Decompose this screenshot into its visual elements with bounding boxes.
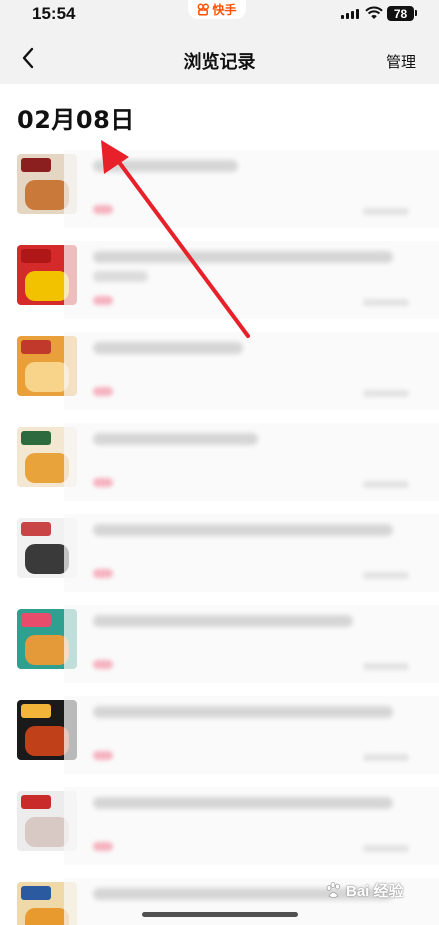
history-item[interactable] xyxy=(0,514,439,602)
history-item[interactable] xyxy=(0,787,439,875)
app-badge[interactable]: 快手 xyxy=(188,0,246,19)
signal-icon xyxy=(341,9,359,19)
product-title-line2-blurred xyxy=(93,271,148,282)
manage-button[interactable]: 管理 xyxy=(386,51,416,72)
paw-logo-icon xyxy=(326,881,340,898)
app-badge-label: 快手 xyxy=(212,3,237,17)
product-title-blurred xyxy=(93,615,353,627)
nav-bar: 浏览记录 管理 xyxy=(0,30,439,84)
history-item[interactable] xyxy=(0,696,439,784)
product-title-blurred xyxy=(93,706,393,718)
product-price-blurred xyxy=(93,751,113,760)
product-title-blurred xyxy=(93,433,258,445)
product-price-blurred xyxy=(93,842,113,851)
baidu-jingyan-watermark: Bai 经验 xyxy=(324,880,404,901)
product-title-blurred xyxy=(93,160,238,172)
history-item[interactable] xyxy=(0,332,439,420)
product-title-blurred xyxy=(93,797,393,809)
battery-level: 78 xyxy=(393,6,408,21)
product-meta-blurred xyxy=(363,481,409,488)
product-title-blurred xyxy=(93,342,243,354)
product-meta-blurred xyxy=(363,299,409,306)
battery-tip xyxy=(415,10,417,16)
product-meta-blurred xyxy=(363,572,409,579)
history-item[interactable] xyxy=(0,150,439,238)
product-title-blurred xyxy=(93,524,393,536)
product-price-blurred xyxy=(93,569,113,578)
page-title: 浏览记录 xyxy=(183,52,256,73)
kuaishou-logo-icon xyxy=(198,3,210,16)
product-price-blurred xyxy=(93,478,113,487)
history-item[interactable] xyxy=(0,241,439,329)
product-price-blurred xyxy=(93,296,113,305)
product-meta-blurred xyxy=(363,754,409,761)
product-price-blurred xyxy=(93,387,113,396)
status-bar: 15:54 快手 78 xyxy=(0,0,439,30)
status-time: 15:54 xyxy=(32,4,76,23)
watermark-text: Bai 经验 xyxy=(346,883,404,900)
product-meta-blurred xyxy=(363,390,409,397)
product-meta-blurred xyxy=(363,208,409,215)
date-header: 02月08日 xyxy=(17,106,135,134)
battery-icon: 78 xyxy=(387,6,414,21)
product-price-blurred xyxy=(93,660,113,669)
wifi-icon xyxy=(365,6,383,19)
history-item[interactable] xyxy=(0,605,439,693)
product-meta-blurred xyxy=(363,663,409,670)
product-title-blurred xyxy=(93,251,393,263)
product-meta-blurred xyxy=(363,845,409,852)
product-price-blurred xyxy=(93,205,113,214)
home-indicator xyxy=(142,912,298,917)
history-item[interactable] xyxy=(0,423,439,511)
